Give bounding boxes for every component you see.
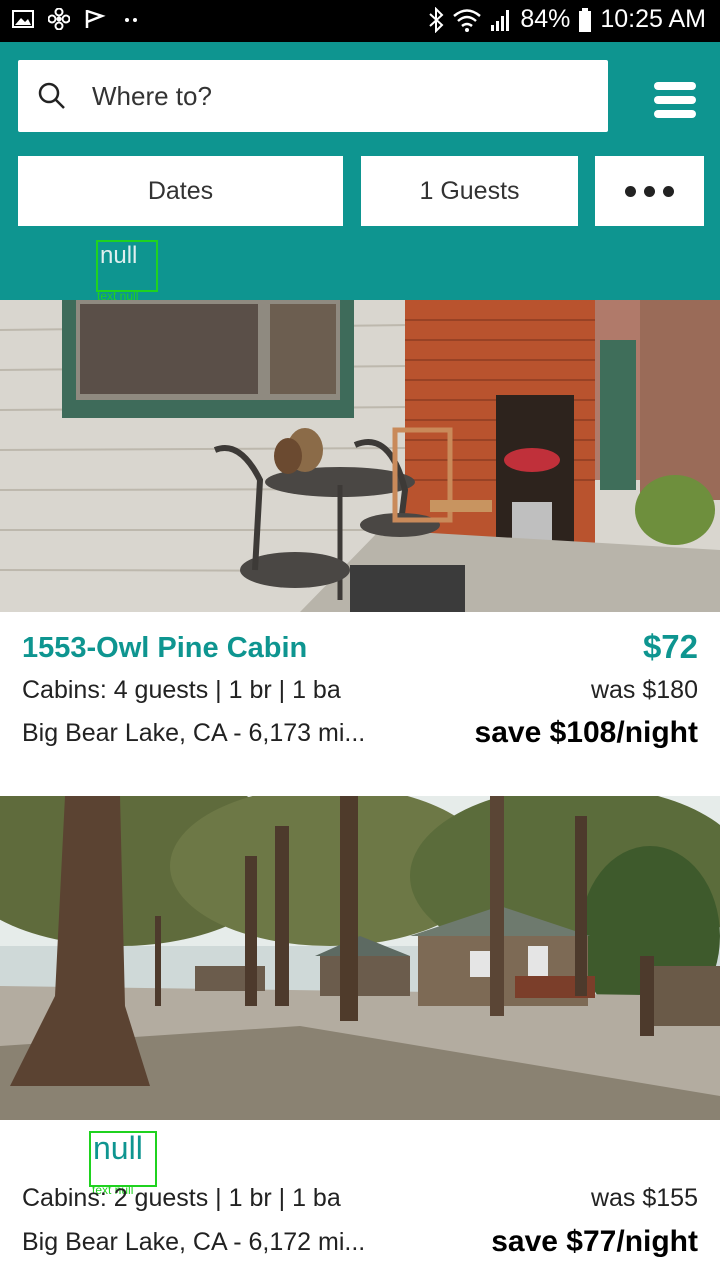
listing-1-title[interactable]: 1553-Owl Pine Cabin <box>22 632 307 665</box>
battery-icon <box>579 7 592 32</box>
listing-1-savings: save $108/night <box>474 716 698 749</box>
dots-icon <box>125 18 137 22</box>
listing-2-location: Big Bear Lake, CA - 6,172 mi... <box>22 1228 366 1256</box>
guests-label: 1 Guests <box>419 176 520 205</box>
signal-icon <box>491 9 510 31</box>
listing-1-location: Big Bear Lake, CA - 6,173 mi... <box>22 719 366 747</box>
listing-2-card[interactable]: null text null Cabins: 2 guests | 1 br |… <box>0 1120 720 1280</box>
cabin-porch-image <box>0 300 720 612</box>
guests-button[interactable]: 1 Guests <box>361 156 578 226</box>
listing-2-was-price: was $155 <box>590 1184 698 1212</box>
status-bar: 84% 10:25 AM <box>0 0 720 42</box>
dates-button[interactable]: Dates <box>18 156 343 226</box>
listing-1-details: Cabins: 4 guests | 1 br | 1 ba <box>22 676 341 704</box>
status-time: 10:25 AM <box>600 5 706 33</box>
listing-1-price: $72 <box>642 628 698 665</box>
fan-icon <box>48 8 70 30</box>
filter-tag: null <box>96 240 158 292</box>
flag-icon <box>85 9 106 28</box>
cabin-forest-image <box>0 796 720 1120</box>
listing-2-title[interactable]: null <box>89 1131 157 1187</box>
battery-percent: 84% <box>520 5 571 33</box>
listing-1-was-price: was $180 <box>590 676 698 704</box>
search-icon <box>38 82 65 109</box>
listing-1-card[interactable]: 1553-Owl Pine Cabin $72 Cabins: 4 guests… <box>0 612 720 796</box>
search-header: Where to? Dates 1 Guests null text null <box>0 42 720 303</box>
listing-2-details: Cabins: 2 guests | 1 br | 1 ba <box>22 1184 341 1212</box>
bluetooth-icon <box>429 6 444 33</box>
search-input[interactable]: Where to? <box>18 60 608 132</box>
listing-1-photo[interactable] <box>0 300 720 612</box>
hamburger-menu-icon[interactable] <box>654 82 696 118</box>
search-placeholder: Where to? <box>92 80 212 111</box>
status-bar-notifications <box>12 8 142 30</box>
listing-2-photo[interactable] <box>0 796 720 1120</box>
gallery-icon <box>12 10 34 28</box>
status-bar-system: 84% 10:25 AM <box>428 5 706 34</box>
listing-2-savings: save $77/night <box>491 1225 698 1258</box>
dates-label: Dates <box>147 176 214 205</box>
wifi-icon <box>453 8 482 32</box>
more-options-button[interactable] <box>595 156 704 226</box>
more-dots-icon <box>625 185 674 197</box>
